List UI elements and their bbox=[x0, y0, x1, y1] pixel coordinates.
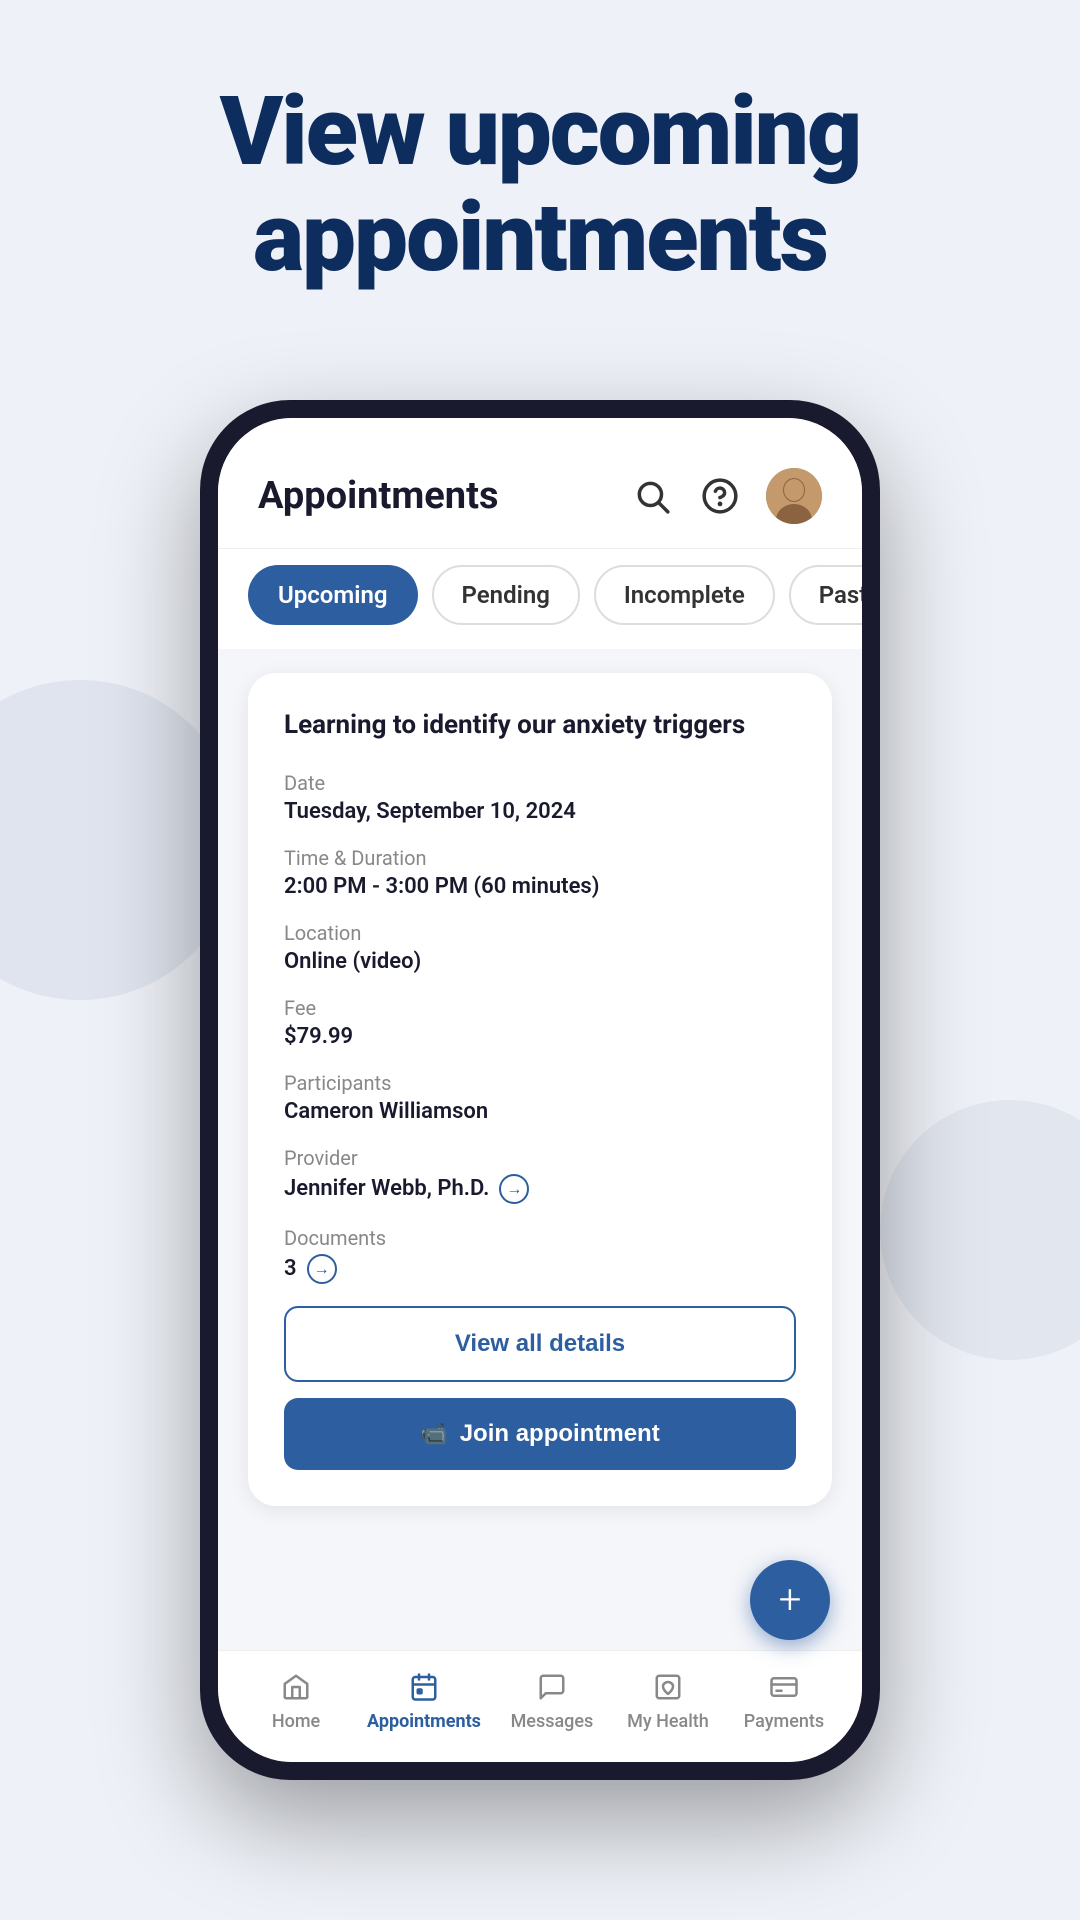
tabs-bar: Upcoming Pending Incomplete Past bbox=[218, 549, 862, 649]
location-row: Location Online (video) bbox=[284, 921, 796, 974]
phone-screen: Appointments bbox=[218, 418, 862, 1762]
nav-appointments[interactable]: Appointments bbox=[367, 1669, 481, 1732]
time-row: Time & Duration 2:00 PM - 3:00 PM (60 mi… bbox=[284, 846, 796, 899]
bottom-nav: Home Appointments bbox=[218, 1650, 862, 1762]
time-value: 2:00 PM - 3:00 PM (60 minutes) bbox=[284, 874, 796, 899]
participants-label: Participants bbox=[284, 1071, 796, 1095]
documents-value: 3 → bbox=[284, 1254, 796, 1284]
phone-mockup: Appointments bbox=[200, 400, 880, 1780]
documents-row: Documents 3 → bbox=[284, 1226, 796, 1284]
payments-icon bbox=[766, 1669, 802, 1705]
join-appointment-button[interactable]: 📹 Join appointment bbox=[284, 1398, 796, 1470]
tab-incomplete[interactable]: Incomplete bbox=[594, 565, 775, 625]
fee-value: $79.99 bbox=[284, 1024, 796, 1049]
messages-nav-label: Messages bbox=[511, 1711, 594, 1732]
bg-decoration-right bbox=[880, 1100, 1080, 1360]
header-actions bbox=[630, 468, 822, 524]
documents-label: Documents bbox=[284, 1226, 796, 1250]
nav-home[interactable]: Home bbox=[251, 1669, 341, 1732]
documents-link-icon[interactable]: → bbox=[307, 1254, 337, 1284]
tab-upcoming[interactable]: Upcoming bbox=[248, 565, 418, 625]
myhealth-icon bbox=[650, 1669, 686, 1705]
nav-payments[interactable]: Payments bbox=[739, 1669, 829, 1732]
plus-icon: + bbox=[779, 1580, 802, 1620]
page-title: Appointments bbox=[258, 474, 498, 518]
fab-add-button[interactable]: + bbox=[750, 1560, 830, 1640]
fee-label: Fee bbox=[284, 996, 796, 1020]
hero-title: View upcoming appointments bbox=[80, 80, 1000, 291]
participants-value: Cameron Williamson bbox=[284, 1099, 796, 1124]
provider-link-icon[interactable]: → bbox=[499, 1174, 529, 1204]
messages-icon bbox=[534, 1669, 570, 1705]
view-details-button[interactable]: View all details bbox=[284, 1306, 796, 1382]
myhealth-nav-label: My Health bbox=[627, 1711, 709, 1732]
search-button[interactable] bbox=[630, 474, 674, 518]
date-value: Tuesday, September 10, 2024 bbox=[284, 799, 796, 824]
help-button[interactable] bbox=[698, 474, 742, 518]
app-header: Appointments bbox=[218, 418, 862, 549]
provider-value: Jennifer Webb, Ph.D. → bbox=[284, 1174, 796, 1204]
home-icon bbox=[278, 1669, 314, 1705]
tab-past[interactable]: Past bbox=[789, 565, 862, 625]
time-label: Time & Duration bbox=[284, 846, 796, 870]
hero-section: View upcoming appointments bbox=[0, 80, 1080, 291]
payments-nav-label: Payments bbox=[744, 1711, 824, 1732]
appointment-title: Learning to identify our anxiety trigger… bbox=[284, 709, 796, 743]
nav-myhealth[interactable]: My Health bbox=[623, 1669, 713, 1732]
tab-pending[interactable]: Pending bbox=[432, 565, 580, 625]
provider-row: Provider Jennifer Webb, Ph.D. → bbox=[284, 1146, 796, 1204]
appointment-card: Learning to identify our anxiety trigger… bbox=[248, 673, 832, 1506]
date-label: Date bbox=[284, 771, 796, 795]
provider-label: Provider bbox=[284, 1146, 796, 1170]
participants-row: Participants Cameron Williamson bbox=[284, 1071, 796, 1124]
cards-area: Learning to identify our anxiety trigger… bbox=[218, 649, 862, 1650]
avatar[interactable] bbox=[766, 468, 822, 524]
calendar-icon bbox=[406, 1669, 442, 1705]
video-icon: 📹 bbox=[420, 1421, 447, 1447]
fee-row: Fee $79.99 bbox=[284, 996, 796, 1049]
location-value: Online (video) bbox=[284, 949, 796, 974]
date-row: Date Tuesday, September 10, 2024 bbox=[284, 771, 796, 824]
home-nav-label: Home bbox=[272, 1711, 320, 1732]
location-label: Location bbox=[284, 921, 796, 945]
nav-messages[interactable]: Messages bbox=[507, 1669, 597, 1732]
appointments-nav-label: Appointments bbox=[367, 1711, 481, 1732]
